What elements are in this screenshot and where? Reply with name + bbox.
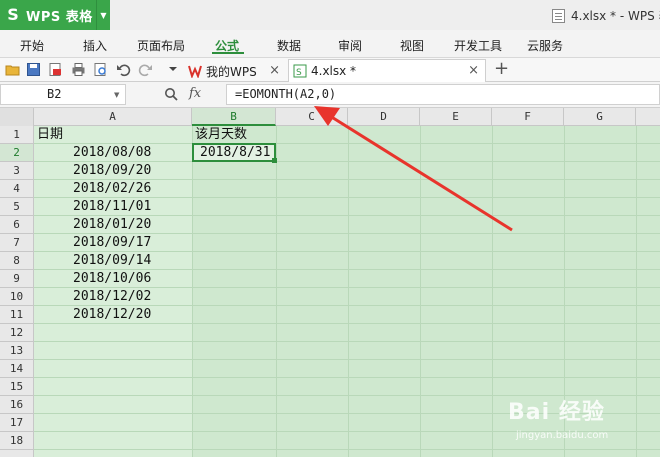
- print-icon[interactable]: [71, 62, 86, 77]
- column-header-a[interactable]: A: [34, 108, 192, 126]
- window-title-text: 4.xlsx * - WPS 表: [571, 9, 660, 23]
- close-icon[interactable]: ×: [269, 63, 280, 78]
- row-header[interactable]: 3: [0, 162, 33, 180]
- name-box[interactable]: B2: [0, 84, 126, 105]
- document-icon: [552, 8, 565, 23]
- spreadsheet-icon: S: [293, 64, 307, 78]
- row-header[interactable]: 8: [0, 252, 33, 270]
- close-icon[interactable]: ×: [468, 63, 479, 78]
- row-header[interactable]: 14: [0, 360, 33, 378]
- menu-developer[interactable]: 开发工具: [454, 37, 502, 54]
- row-header[interactable]: 18: [0, 432, 33, 450]
- column-header-d[interactable]: D: [348, 108, 420, 126]
- wps-logo-icon: S: [7, 5, 19, 24]
- cell-b2-value: 2018/8/31: [200, 145, 271, 160]
- row-header[interactable]: 12: [0, 324, 33, 342]
- export-pdf-icon[interactable]: [48, 62, 63, 77]
- undo-icon[interactable]: [116, 62, 131, 77]
- selected-cell-b2[interactable]: 2018/8/31: [192, 143, 276, 162]
- row-header[interactable]: 7: [0, 234, 33, 252]
- active-menu-indicator: [212, 52, 244, 54]
- date-cell[interactable]: 2018/12/20: [73, 306, 151, 324]
- row-header[interactable]: 5: [0, 198, 33, 216]
- window-title: 4.xlsx * - WPS 表: [552, 7, 660, 24]
- svg-text:S: S: [296, 68, 302, 78]
- date-cell[interactable]: 2018/12/02: [73, 288, 151, 306]
- wps-w-icon: [188, 65, 202, 78]
- column-header-g[interactable]: G: [564, 108, 636, 126]
- date-cell[interactable]: 2018/11/01: [73, 198, 151, 216]
- date-cell[interactable]: 2018/09/20: [73, 162, 151, 180]
- app-menu-button[interactable]: S WPS 表格 ▼: [0, 0, 110, 30]
- menu-page-layout[interactable]: 页面布局: [137, 37, 185, 54]
- menu-insert[interactable]: 插入: [83, 37, 107, 54]
- tab-file[interactable]: S 4.xlsx * ×: [288, 59, 486, 82]
- quick-toolbar: 我的WPS × S 4.xlsx * × +: [0, 58, 660, 82]
- menu-cloud[interactable]: 云服务: [527, 37, 563, 54]
- baidu-watermark: Bai 经验 jingyan.baidu.com: [508, 394, 658, 454]
- column-header-e[interactable]: E: [420, 108, 492, 126]
- date-cell[interactable]: 2018/09/14: [73, 252, 151, 270]
- menu-review[interactable]: 审阅: [338, 37, 362, 54]
- column-header-c[interactable]: C: [276, 108, 348, 126]
- formula-input[interactable]: =EOMONTH(A2,0): [226, 84, 660, 105]
- tab-my-wps[interactable]: 我的WPS ×: [188, 60, 286, 82]
- date-cell[interactable]: 2018/01/20: [73, 216, 151, 234]
- open-folder-icon[interactable]: [5, 62, 20, 77]
- menu-view[interactable]: 视图: [400, 37, 424, 54]
- row-header[interactable]: 15: [0, 378, 33, 396]
- redo-icon[interactable]: [138, 62, 153, 77]
- column-header-b[interactable]: B: [192, 108, 276, 126]
- row-header[interactable]: 10: [0, 288, 33, 306]
- row-header[interactable]: 4: [0, 180, 33, 198]
- row-header[interactable]: 17: [0, 414, 33, 432]
- ribbon-menu: 开始 插入 页面布局 公式 数据 审阅 视图 开发工具 云服务: [0, 30, 660, 58]
- select-all-corner[interactable]: [0, 108, 34, 126]
- row-header[interactable]: 2: [0, 144, 33, 162]
- chevron-down-icon[interactable]: ▼: [114, 91, 119, 99]
- fx-button[interactable]: fx: [189, 86, 201, 101]
- date-cell[interactable]: 2018/08/08: [73, 144, 151, 162]
- row-header[interactable]: 6: [0, 216, 33, 234]
- chevron-down-icon[interactable]: ▼: [96, 0, 110, 30]
- row-header[interactable]: 11: [0, 306, 33, 324]
- date-cell[interactable]: 2018/10/06: [73, 270, 151, 288]
- chevron-down-icon[interactable]: [168, 64, 178, 74]
- cell-a1[interactable]: 日期: [37, 126, 63, 144]
- cell-b1[interactable]: 该月天数: [195, 126, 247, 144]
- fill-handle[interactable]: [272, 158, 277, 163]
- row-header[interactable]: 9: [0, 270, 33, 288]
- print-preview-icon[interactable]: [93, 62, 108, 77]
- watermark-url: jingyan.baidu.com: [516, 430, 609, 441]
- add-tab-icon[interactable]: +: [494, 59, 509, 79]
- menu-home[interactable]: 开始: [20, 37, 44, 54]
- row-header[interactable]: 13: [0, 342, 33, 360]
- column-headers: A B C D E F G: [0, 108, 660, 126]
- tab-file-label: 4.xlsx *: [311, 64, 357, 78]
- column-header-f[interactable]: F: [492, 108, 564, 126]
- row-header[interactable]: 1: [0, 126, 33, 144]
- row-headers: 1 2 3 4 5 6 7 8 9 10 11 12 13 14 15 16 1…: [0, 126, 34, 457]
- search-icon[interactable]: [164, 87, 178, 101]
- row-header[interactable]: 16: [0, 396, 33, 414]
- app-name: WPS 表格: [26, 9, 93, 25]
- date-cell[interactable]: 2018/09/17: [73, 234, 151, 252]
- menu-data[interactable]: 数据: [277, 37, 301, 54]
- watermark-text: Bai 经验: [508, 400, 605, 425]
- save-icon[interactable]: [26, 62, 41, 77]
- formula-bar: B2 ▼ fx =EOMONTH(A2,0): [0, 82, 660, 108]
- title-bar: S WPS 表格 ▼ 4.xlsx * - WPS 表: [0, 0, 660, 30]
- date-cell[interactable]: 2018/02/26: [73, 180, 151, 198]
- tab-my-wps-label: 我的WPS: [206, 64, 257, 79]
